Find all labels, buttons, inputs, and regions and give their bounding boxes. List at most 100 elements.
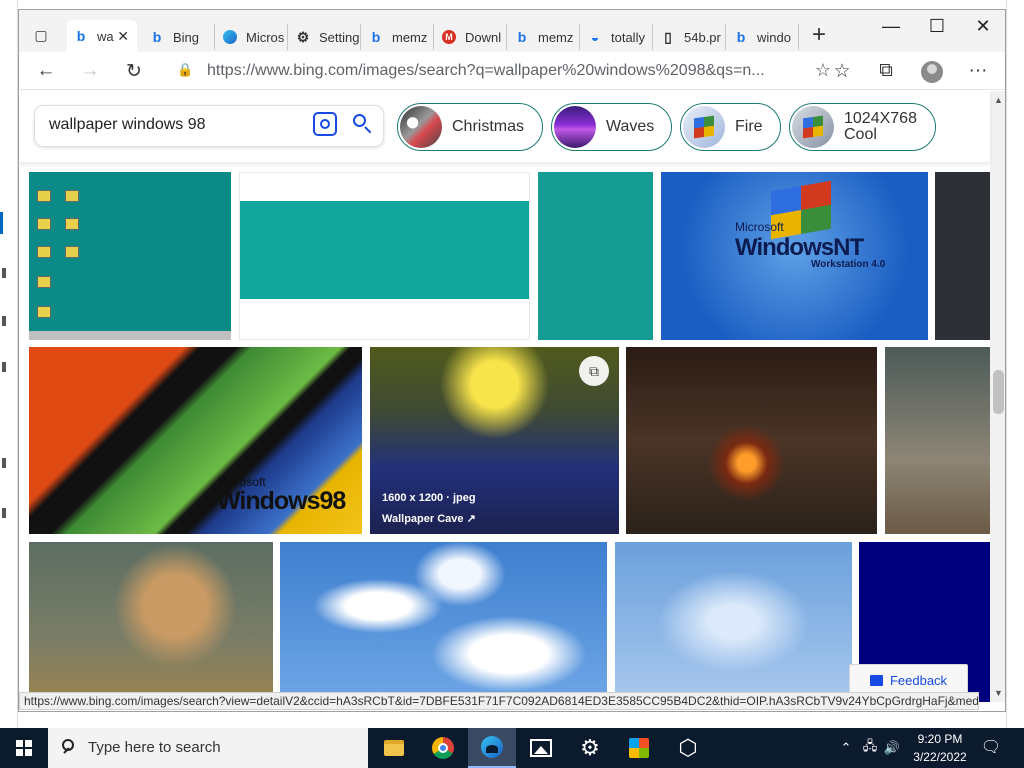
clock[interactable]: 9:20 PM 3/22/2022 xyxy=(906,730,974,766)
desktop-icon xyxy=(65,190,79,202)
mini-taskbar xyxy=(29,331,231,340)
tab-totally[interactable]: ◒ totally xyxy=(581,24,653,50)
minimize-button[interactable]: — xyxy=(868,10,914,42)
feedback-icon xyxy=(869,674,883,686)
maximize-button[interactable]: ☐ xyxy=(914,10,960,42)
tab-document[interactable]: ▯ 54b.pr xyxy=(654,24,726,50)
image-title-text: Windows98 xyxy=(217,487,346,515)
more-menu-button[interactable]: ··· xyxy=(963,56,993,86)
chip-christmas[interactable]: Christmas xyxy=(397,103,543,151)
clock-time: 9:20 PM xyxy=(917,732,963,746)
document-icon: ▯ xyxy=(664,28,672,45)
multi-image-icon[interactable]: ⧉ xyxy=(579,356,609,386)
image-result-hovered[interactable]: ⧉ 1600 x 1200 · jpeg Wallpaper Cave ↗ xyxy=(370,347,619,534)
tab-label: memz xyxy=(538,29,574,45)
tab-label: wa xyxy=(97,28,114,44)
chrome-icon[interactable] xyxy=(419,728,467,768)
desktop-mark xyxy=(2,458,6,468)
profile-avatar[interactable] xyxy=(921,61,943,83)
address-url[interactable]: https://www.bing.com/images/search?q=wal… xyxy=(207,62,777,80)
tab-microsoft[interactable]: Micros xyxy=(216,24,288,50)
favorites-button[interactable]: ☆ xyxy=(827,56,857,86)
tab-settings[interactable]: ⚙ Setting xyxy=(289,24,361,50)
workspaces-icon[interactable]: ▢ xyxy=(33,27,49,43)
taskbar-search[interactable]: Type here to search xyxy=(48,728,368,768)
taskbar-search-placeholder: Type here to search xyxy=(88,739,221,756)
image-result[interactable]: Microsoft Windows98 xyxy=(29,347,362,534)
search-icon[interactable] xyxy=(351,112,375,136)
chip-fire[interactable]: Fire xyxy=(680,103,781,151)
tab-memz-2[interactable]: b memz xyxy=(508,24,580,50)
start-button[interactable] xyxy=(0,728,48,768)
network-icon[interactable]: 🖧 xyxy=(860,728,880,768)
tab-memz[interactable]: b memz xyxy=(362,24,434,50)
status-bar-url: https://www.bing.com/images/search?view=… xyxy=(19,692,979,710)
browser-toolbar: ← → ↻ 🔒 https://www.bing.com/images/sear… xyxy=(19,52,1005,90)
taskbar: Type here to search ⚙ ⬡ ⌃ 🖧 🔊 9:20 PM 3/… xyxy=(0,728,1024,768)
desktop-icon xyxy=(65,246,79,258)
chip-label: 1024X768 Cool xyxy=(844,110,917,143)
chip-label: Waves xyxy=(606,118,655,135)
collections-button[interactable]: ⧉ xyxy=(871,56,901,86)
image-result[interactable] xyxy=(935,172,991,340)
image-result[interactable] xyxy=(29,542,273,702)
image-result[interactable] xyxy=(885,347,991,534)
tab-bing[interactable]: b Bing xyxy=(143,24,215,50)
bing-icon: b xyxy=(76,28,86,44)
desktop-mark xyxy=(2,316,6,326)
forward-button[interactable]: → xyxy=(75,56,105,86)
vertical-scrollbar[interactable]: ▲ ▼ xyxy=(990,91,1005,702)
scrollbar-thumb[interactable] xyxy=(993,370,1004,414)
tab-label: Setting xyxy=(319,29,360,45)
desktop-icon xyxy=(37,190,51,202)
tab-windows[interactable]: b windo xyxy=(727,24,799,50)
gear-icon: ⚙ xyxy=(296,28,310,45)
close-window-button[interactable]: ✕ xyxy=(960,10,1005,42)
bing-icon: b xyxy=(517,29,527,45)
chip-label: Christmas xyxy=(452,118,525,135)
refresh-button[interactable]: ↻ xyxy=(119,56,149,86)
address-bar[interactable]: 🔒 https://www.bing.com/images/search?q=w… xyxy=(165,57,845,85)
new-tab-button[interactable]: + xyxy=(805,23,833,51)
file-explorer-icon[interactable] xyxy=(370,728,418,768)
edge-icon[interactable] xyxy=(468,728,516,768)
close-tab-icon[interactable]: ✕ xyxy=(117,28,129,45)
search-input[interactable]: wallpaper windows 98 xyxy=(49,116,206,134)
feedback-label: Feedback xyxy=(889,672,948,688)
back-button[interactable]: ← xyxy=(31,56,61,86)
photos-icon[interactable] xyxy=(517,728,565,768)
chip-thumbnail xyxy=(400,106,442,148)
visual-search-icon[interactable] xyxy=(313,112,337,136)
show-hidden-icons-chevron[interactable]: ⌃ xyxy=(836,728,856,768)
scroll-up-arrow[interactable]: ▲ xyxy=(994,95,1003,105)
bing-icon: b xyxy=(736,29,746,45)
image-result[interactable] xyxy=(239,172,530,340)
image-result[interactable] xyxy=(538,172,653,340)
desktop-mark xyxy=(2,508,6,518)
tab-active[interactable]: b wa ✕ xyxy=(67,20,137,52)
desktop-mark xyxy=(2,268,6,278)
image-result[interactable] xyxy=(280,542,607,702)
search-box[interactable]: wallpaper windows 98 xyxy=(35,106,383,146)
notifications-icon[interactable]: 🗨 xyxy=(980,736,1002,758)
tab-label: totally xyxy=(611,29,645,45)
store-icon[interactable] xyxy=(615,728,663,768)
3d-viewer-icon[interactable]: ⬡ xyxy=(664,728,712,768)
scroll-down-arrow[interactable]: ▼ xyxy=(994,688,1003,698)
tab-label: memz xyxy=(392,29,428,45)
image-source-link[interactable]: Wallpaper Cave ↗ xyxy=(382,512,476,525)
image-result[interactable] xyxy=(29,172,231,340)
tab-bar: ▢ b wa ✕ b Bing Micros ⚙ Setting b memz … xyxy=(19,10,1005,52)
windows-logo-icon xyxy=(16,740,32,756)
tab-download[interactable]: M Downl xyxy=(435,24,507,50)
volume-icon[interactable]: 🔊 xyxy=(882,728,902,768)
image-result[interactable]: Microsoft WindowsNT Workstation 4.0 xyxy=(661,172,928,340)
image-result[interactable] xyxy=(626,347,877,534)
chip-thumbnail xyxy=(554,106,596,148)
lock-icon[interactable]: 🔒 xyxy=(177,62,193,78)
settings-icon[interactable]: ⚙ xyxy=(566,728,614,768)
image-result[interactable] xyxy=(615,542,852,702)
chip-waves[interactable]: Waves xyxy=(551,103,672,151)
chip-1024x768-cool[interactable]: 1024X768 Cool xyxy=(789,103,936,151)
chip-label: Fire xyxy=(735,118,763,135)
